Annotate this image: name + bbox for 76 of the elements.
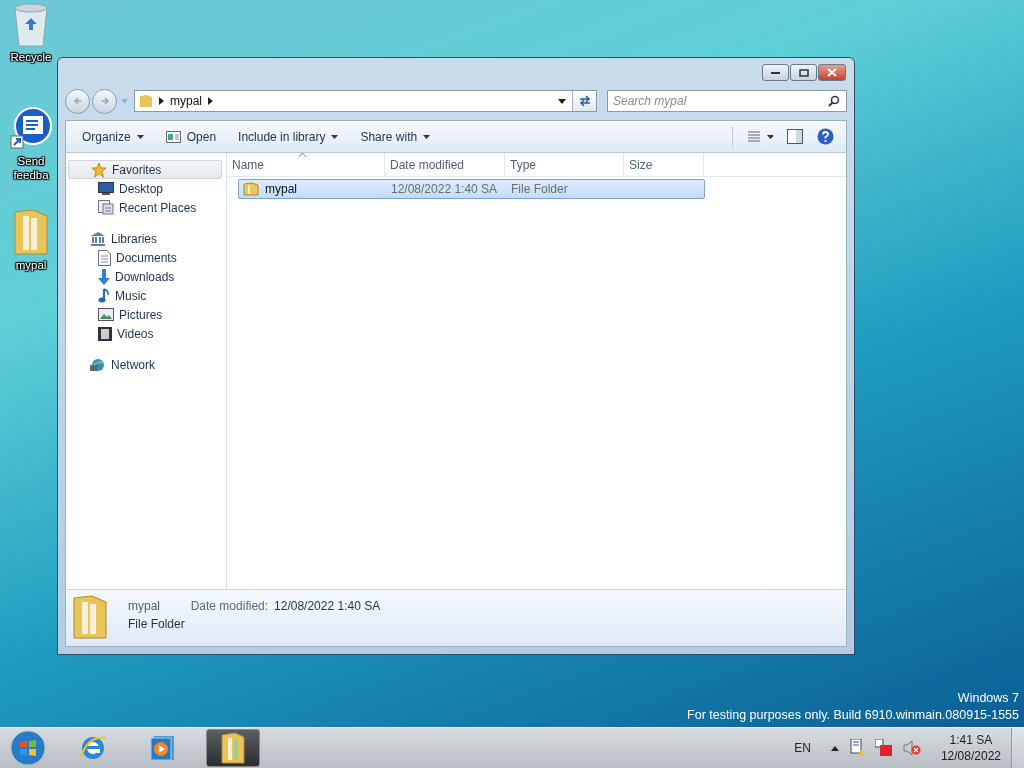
recycle-bin-icon[interactable] xyxy=(11,2,51,48)
caret-icon xyxy=(423,134,431,139)
feedback-shortcut-icon[interactable] xyxy=(9,106,53,152)
details-label: Date modified: xyxy=(190,599,269,613)
recent-places-icon xyxy=(98,200,114,215)
build-info-text: Windows 7 xyxy=(957,690,1019,707)
folder-icon xyxy=(139,94,153,108)
library-icon xyxy=(90,231,106,246)
caret-icon xyxy=(331,134,339,139)
music-note-icon xyxy=(98,288,110,303)
breadcrumb-arrow-icon[interactable] xyxy=(159,97,164,105)
language-indicator[interactable]: EN xyxy=(794,741,811,755)
details-value: 12/08/2022 1:40 SA xyxy=(274,599,381,613)
close-icon xyxy=(827,68,837,77)
menu-button[interactable]: Include in library xyxy=(230,125,347,148)
help-icon xyxy=(817,128,834,145)
monitor-icon xyxy=(98,182,114,195)
nav-item[interactable]: Documents xyxy=(66,248,226,267)
folder-icon xyxy=(72,594,108,640)
search-icon xyxy=(828,95,840,107)
details-name: mypal xyxy=(128,599,161,613)
column-header[interactable]: Date modified xyxy=(385,153,505,176)
date-cell-text: 12/08/2022 1:40 SA xyxy=(390,182,499,196)
nav-item[interactable]: Libraries xyxy=(68,229,222,248)
nav-item[interactable]: Recent Places xyxy=(66,198,226,217)
download-arrow-icon xyxy=(98,268,110,285)
nav-item[interactable]: Desktop xyxy=(66,179,226,198)
nav-item[interactable]: Music xyxy=(66,286,226,305)
breadcrumb-item[interactable]: mypal xyxy=(170,94,202,108)
nav-item[interactable]: Downloads xyxy=(66,267,226,286)
maximize-button[interactable] xyxy=(790,64,817,81)
windows-orb-icon xyxy=(10,730,46,766)
nav-item[interactable]: Pictures xyxy=(66,305,226,324)
menu-button[interactable]: Share with xyxy=(352,125,439,148)
action-center-warning-icon[interactable] xyxy=(848,739,865,757)
back-arrow-icon xyxy=(72,96,83,106)
breadcrumb-arrow-icon[interactable] xyxy=(208,97,213,105)
build-info-text: For testing purposes only. Build 6910.winmain.080915-1555 xyxy=(687,707,1019,724)
dropdown-caret-icon[interactable] xyxy=(558,98,566,104)
type-cell-text: File Folder xyxy=(510,182,569,196)
caret-icon xyxy=(136,134,144,139)
forward-arrow-icon xyxy=(99,96,110,106)
minimize-button[interactable] xyxy=(762,64,789,81)
search-field[interactable]: Search mypal xyxy=(607,90,847,112)
clock[interactable]: 1:41 SA 12/08/2022 xyxy=(940,732,1001,764)
close-button[interactable] xyxy=(818,64,846,81)
open-icon xyxy=(165,130,181,143)
film-strip-icon xyxy=(98,326,112,341)
menu-button[interactable]: Organize xyxy=(74,125,152,148)
taskbar-button[interactable] xyxy=(206,729,260,767)
nav-item[interactable]: Videos xyxy=(66,324,226,343)
column-header[interactable]: Type xyxy=(505,153,624,176)
details-view-icon xyxy=(747,129,773,144)
folder-icon xyxy=(221,732,245,764)
media-player-icon xyxy=(150,734,176,762)
picture-frame-icon xyxy=(98,308,114,321)
volume-muted-icon[interactable] xyxy=(902,740,921,756)
file-row[interactable]: mypal 12/08/2022 1:40 SA File Folder xyxy=(238,179,705,199)
star-icon xyxy=(91,161,107,178)
show-hidden-icons-icon[interactable] xyxy=(830,745,839,751)
network-error-icon[interactable] xyxy=(874,739,893,757)
preview-pane-icon xyxy=(787,129,803,144)
nav-item[interactable]: Favorites xyxy=(68,160,222,179)
column-header[interactable]: Size xyxy=(624,153,704,176)
network-icon xyxy=(90,356,106,373)
document-icon xyxy=(98,249,111,266)
open-button[interactable]: Open xyxy=(157,125,225,148)
address-bar[interactable]: mypal xyxy=(134,90,597,112)
details-type: File Folder xyxy=(128,617,185,631)
nav-item[interactable]: Network xyxy=(68,355,222,374)
column-header[interactable]: Name xyxy=(227,153,385,176)
refresh-button[interactable] xyxy=(572,91,596,111)
refresh-icon xyxy=(577,95,592,107)
file-name: mypal xyxy=(265,182,297,196)
maximize-icon xyxy=(798,68,809,77)
folder-icon xyxy=(243,182,259,196)
